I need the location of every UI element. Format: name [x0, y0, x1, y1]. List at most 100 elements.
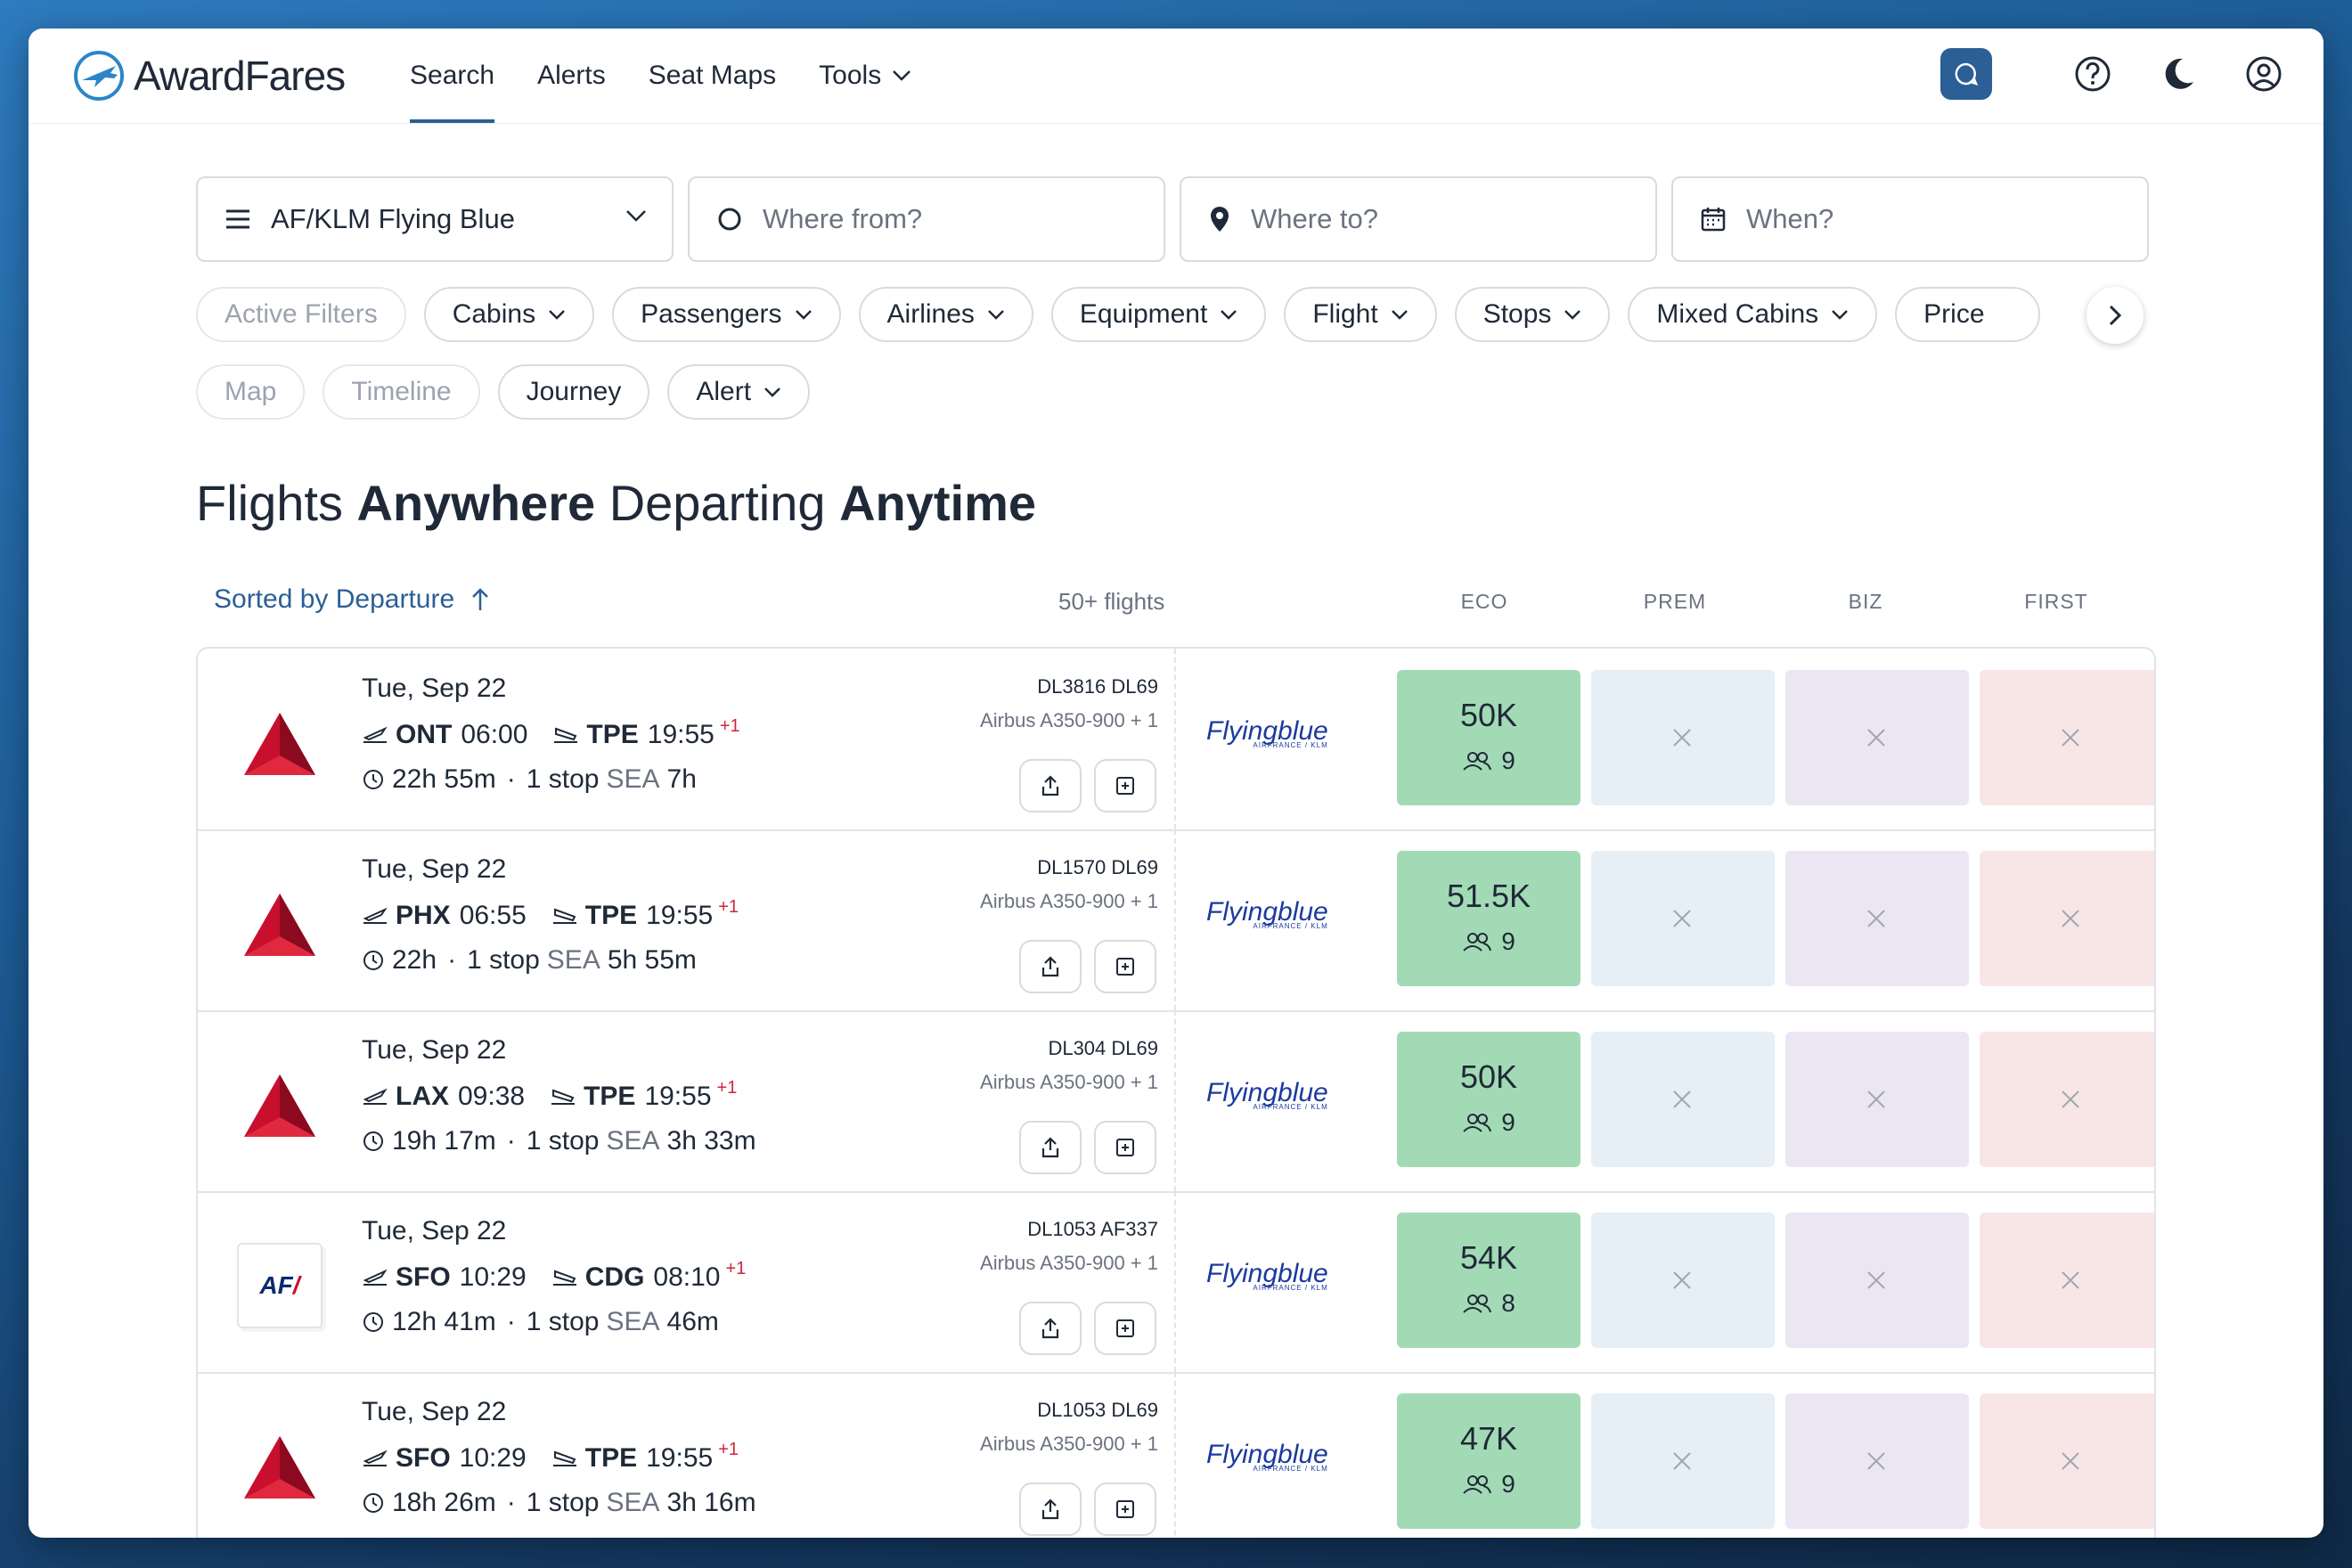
- date-input[interactable]: When?: [1671, 176, 2149, 262]
- map-pin-icon: [1211, 207, 1229, 232]
- takeoff-icon: [363, 1269, 388, 1286]
- share-button[interactable]: [1019, 940, 1082, 993]
- cabins-label: Cabins: [452, 299, 536, 329]
- timeline-view-chip[interactable]: Timeline: [323, 364, 480, 420]
- mixed-cabins-filter[interactable]: Mixed Cabins: [1628, 287, 1878, 342]
- flyingblue-logo: Flyingblue AIRFRANCE / KLM: [1206, 1259, 1328, 1292]
- add-to-list-button[interactable]: [1094, 1121, 1156, 1174]
- add-to-list-button[interactable]: [1094, 940, 1156, 993]
- chevron-down-icon: [764, 388, 780, 397]
- eco-fare-cell[interactable]: 54K 8: [1397, 1213, 1580, 1348]
- add-to-list-button[interactable]: [1094, 1482, 1156, 1536]
- connection-airport: SEA: [606, 1488, 660, 1517]
- stop-count: 1 stop: [467, 945, 540, 975]
- flight-route: PHX 06:55 TPE 19:55 +1: [362, 897, 739, 931]
- search-form: AF/KLM Flying Blue Where from? Where to?…: [196, 176, 2163, 262]
- eco-fare-cell[interactable]: 50K 9: [1397, 670, 1580, 805]
- landing-icon: [552, 908, 576, 924]
- connection-airport: SEA: [606, 764, 660, 794]
- nav-tools[interactable]: Tools: [819, 29, 911, 123]
- price-label: Price: [1923, 299, 1985, 329]
- arrival-time: 19:55: [647, 720, 715, 749]
- active-filters-chip[interactable]: Active Filters: [196, 287, 406, 342]
- plus-square-icon: [1116, 958, 1134, 976]
- share-button[interactable]: [1019, 759, 1082, 813]
- users-icon: [1463, 1475, 1492, 1494]
- help-button[interactable]: [2072, 53, 2113, 94]
- next-day-indicator: +1: [719, 715, 740, 736]
- nav-seat-maps[interactable]: Seat Maps: [649, 29, 776, 123]
- first-fare-cell: [1980, 1032, 2154, 1167]
- flight-row[interactable]: AF / Tue, Sep 22 SFO 10:29 CDG 08:10 +1 1…: [198, 1191, 2154, 1374]
- flight-numbers: DL1570 DL69: [1037, 856, 1158, 878]
- unavailable-x-icon: [2062, 1271, 2079, 1289]
- nav-search[interactable]: Search: [410, 29, 495, 123]
- flight-filter[interactable]: Flight: [1284, 287, 1437, 342]
- eco-fare-cell[interactable]: 50K 9: [1397, 1032, 1580, 1167]
- delta-logo-icon: [244, 1436, 315, 1499]
- row-divider: [1174, 649, 1176, 829]
- airlines-filter[interactable]: Airlines: [858, 287, 1033, 342]
- total-duration: 22h: [392, 945, 437, 975]
- airline-logo: [237, 1062, 323, 1147]
- title-part-4: Anytime: [839, 475, 1037, 531]
- takeoff-icon: [363, 726, 388, 743]
- delta-logo-icon: [244, 713, 315, 775]
- page-title: Flights Anywhere Departing Anytime: [196, 474, 1036, 532]
- origin-input[interactable]: Where from?: [688, 176, 1165, 262]
- cabins-filter[interactable]: Cabins: [423, 287, 595, 342]
- stops-filter[interactable]: Stops: [1454, 287, 1611, 342]
- flight-route: ONT 06:00 TPE 19:55 +1: [362, 716, 740, 750]
- airfrance-logo-text: AF: [259, 1271, 293, 1299]
- flyingblue-logo: Flyingblue AIRFRANCE / KLM: [1206, 1440, 1328, 1473]
- destination-code: TPE: [584, 901, 638, 930]
- flight-row[interactable]: Tue, Sep 22 PHX 06:55 TPE 19:55 +1 22h ·…: [198, 829, 2154, 1012]
- nav-search-label: Search: [410, 61, 495, 90]
- eco-fare-cell[interactable]: 47K 9: [1397, 1393, 1580, 1529]
- eco-fare-cell[interactable]: 51.5K 9: [1397, 851, 1580, 986]
- user-circle-icon: [2246, 56, 2282, 92]
- journey-view-chip[interactable]: Journey: [497, 364, 650, 420]
- price-filter[interactable]: Price: [1895, 287, 2040, 342]
- unavailable-x-icon: [2062, 910, 2079, 927]
- departure-time: 10:29: [459, 1443, 527, 1473]
- unavailable-x-icon: [2062, 1090, 2079, 1108]
- flight-numbers: DL3816 DL69: [1037, 675, 1158, 698]
- unavailable-x-icon: [1673, 1090, 1691, 1108]
- total-duration: 18h 26m: [392, 1488, 496, 1517]
- prem-fare-cell: [1591, 1393, 1775, 1529]
- destination-input[interactable]: Where to?: [1180, 176, 1657, 262]
- share-button[interactable]: [1019, 1302, 1082, 1355]
- account-button[interactable]: [2243, 53, 2284, 94]
- share-button[interactable]: [1019, 1482, 1082, 1536]
- airlines-label: Airlines: [886, 299, 975, 329]
- destination-code: TPE: [586, 720, 639, 749]
- eco-price: 54K: [1459, 1239, 1518, 1276]
- origin-code: SFO: [396, 1262, 451, 1292]
- add-to-list-button[interactable]: [1094, 759, 1156, 813]
- takeoff-icon: [363, 1088, 388, 1105]
- chevron-down-icon: [1564, 310, 1581, 320]
- share-button[interactable]: [1019, 1121, 1082, 1174]
- sort-toggle[interactable]: Sorted by Departure: [214, 584, 490, 615]
- map-view-chip[interactable]: Map: [196, 364, 306, 420]
- chevron-down-icon: [1832, 310, 1849, 320]
- passengers-filter[interactable]: Passengers: [612, 287, 841, 342]
- add-to-list-button[interactable]: [1094, 1302, 1156, 1355]
- dark-mode-toggle[interactable]: [2158, 53, 2199, 94]
- plus-square-icon: [1116, 1139, 1134, 1156]
- flight-date: Tue, Sep 22: [362, 674, 507, 703]
- chat-button[interactable]: [1940, 48, 1992, 100]
- chips-scroll-right-button[interactable]: [2087, 287, 2144, 344]
- equipment-filter[interactable]: Equipment: [1050, 287, 1267, 342]
- alert-dropdown[interactable]: Alert: [667, 364, 811, 420]
- flight-row[interactable]: Tue, Sep 22 ONT 06:00 TPE 19:55 +1 22h 5…: [198, 649, 2154, 831]
- col-header-prem: PREM: [1643, 590, 1707, 613]
- filter-chips-row-2: Map Timeline Journey Alert: [196, 364, 828, 420]
- flight-row[interactable]: Tue, Sep 22 LAX 09:38 TPE 19:55 +1 19h 1…: [198, 1010, 2154, 1193]
- program-select[interactable]: AF/KLM Flying Blue: [196, 176, 674, 262]
- awardfares-logo[interactable]: AwardFares: [71, 48, 346, 103]
- flight-route: LAX 09:38 TPE 19:55 +1: [362, 1078, 737, 1112]
- nav-alerts[interactable]: Alerts: [537, 29, 606, 123]
- flight-row[interactable]: Tue, Sep 22 SFO 10:29 TPE 19:55 +1 18h 2…: [198, 1372, 2154, 1538]
